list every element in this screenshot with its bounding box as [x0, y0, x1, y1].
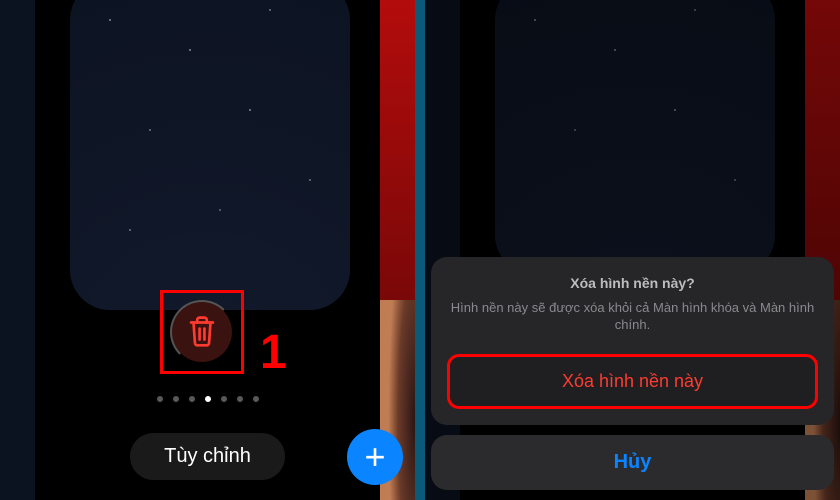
plus-icon: +	[364, 439, 385, 475]
page-dot	[157, 396, 163, 402]
cancel-button[interactable]: Hủy	[431, 435, 834, 490]
page-dot	[237, 396, 243, 402]
page-dot	[189, 396, 195, 402]
confirm-delete-button[interactable]: Xóa hình nền này	[447, 354, 818, 409]
wallpaper-preview[interactable]	[70, 0, 350, 310]
delete-action-sheet: Xóa hình nền này? Hình nền này sẽ được x…	[431, 257, 834, 490]
page-dot	[173, 396, 179, 402]
page-dot	[221, 396, 227, 402]
delete-wallpaper-button[interactable]	[170, 300, 234, 364]
next-wallpaper-sliver[interactable]	[380, 0, 415, 500]
prev-wallpaper-sliver[interactable]	[0, 0, 35, 500]
action-sheet-title: Xóa hình nền này?	[447, 275, 818, 291]
step-number-1: 1	[260, 325, 287, 380]
page-indicator	[0, 396, 415, 402]
next-wallpaper-color	[380, 0, 415, 300]
action-sheet-card: Xóa hình nền này? Hình nền này sẽ được x…	[431, 257, 834, 425]
page-dot-active	[205, 396, 211, 402]
panel-step-2: 2 Xóa hình nền này? Hình nền này sẽ được…	[425, 0, 840, 500]
annotation-highlight-trash	[160, 290, 244, 374]
panel-step-1: 1 Tùy chỉnh +	[0, 0, 415, 500]
add-wallpaper-button[interactable]: +	[347, 429, 403, 485]
bottom-bar: Tùy chỉnh +	[0, 433, 415, 480]
trash-icon	[187, 314, 217, 351]
page-dot	[253, 396, 259, 402]
customize-button[interactable]: Tùy chỉnh	[130, 433, 285, 480]
action-sheet-description: Hình nền này sẽ được xóa khỏi cả Màn hìn…	[447, 299, 818, 334]
